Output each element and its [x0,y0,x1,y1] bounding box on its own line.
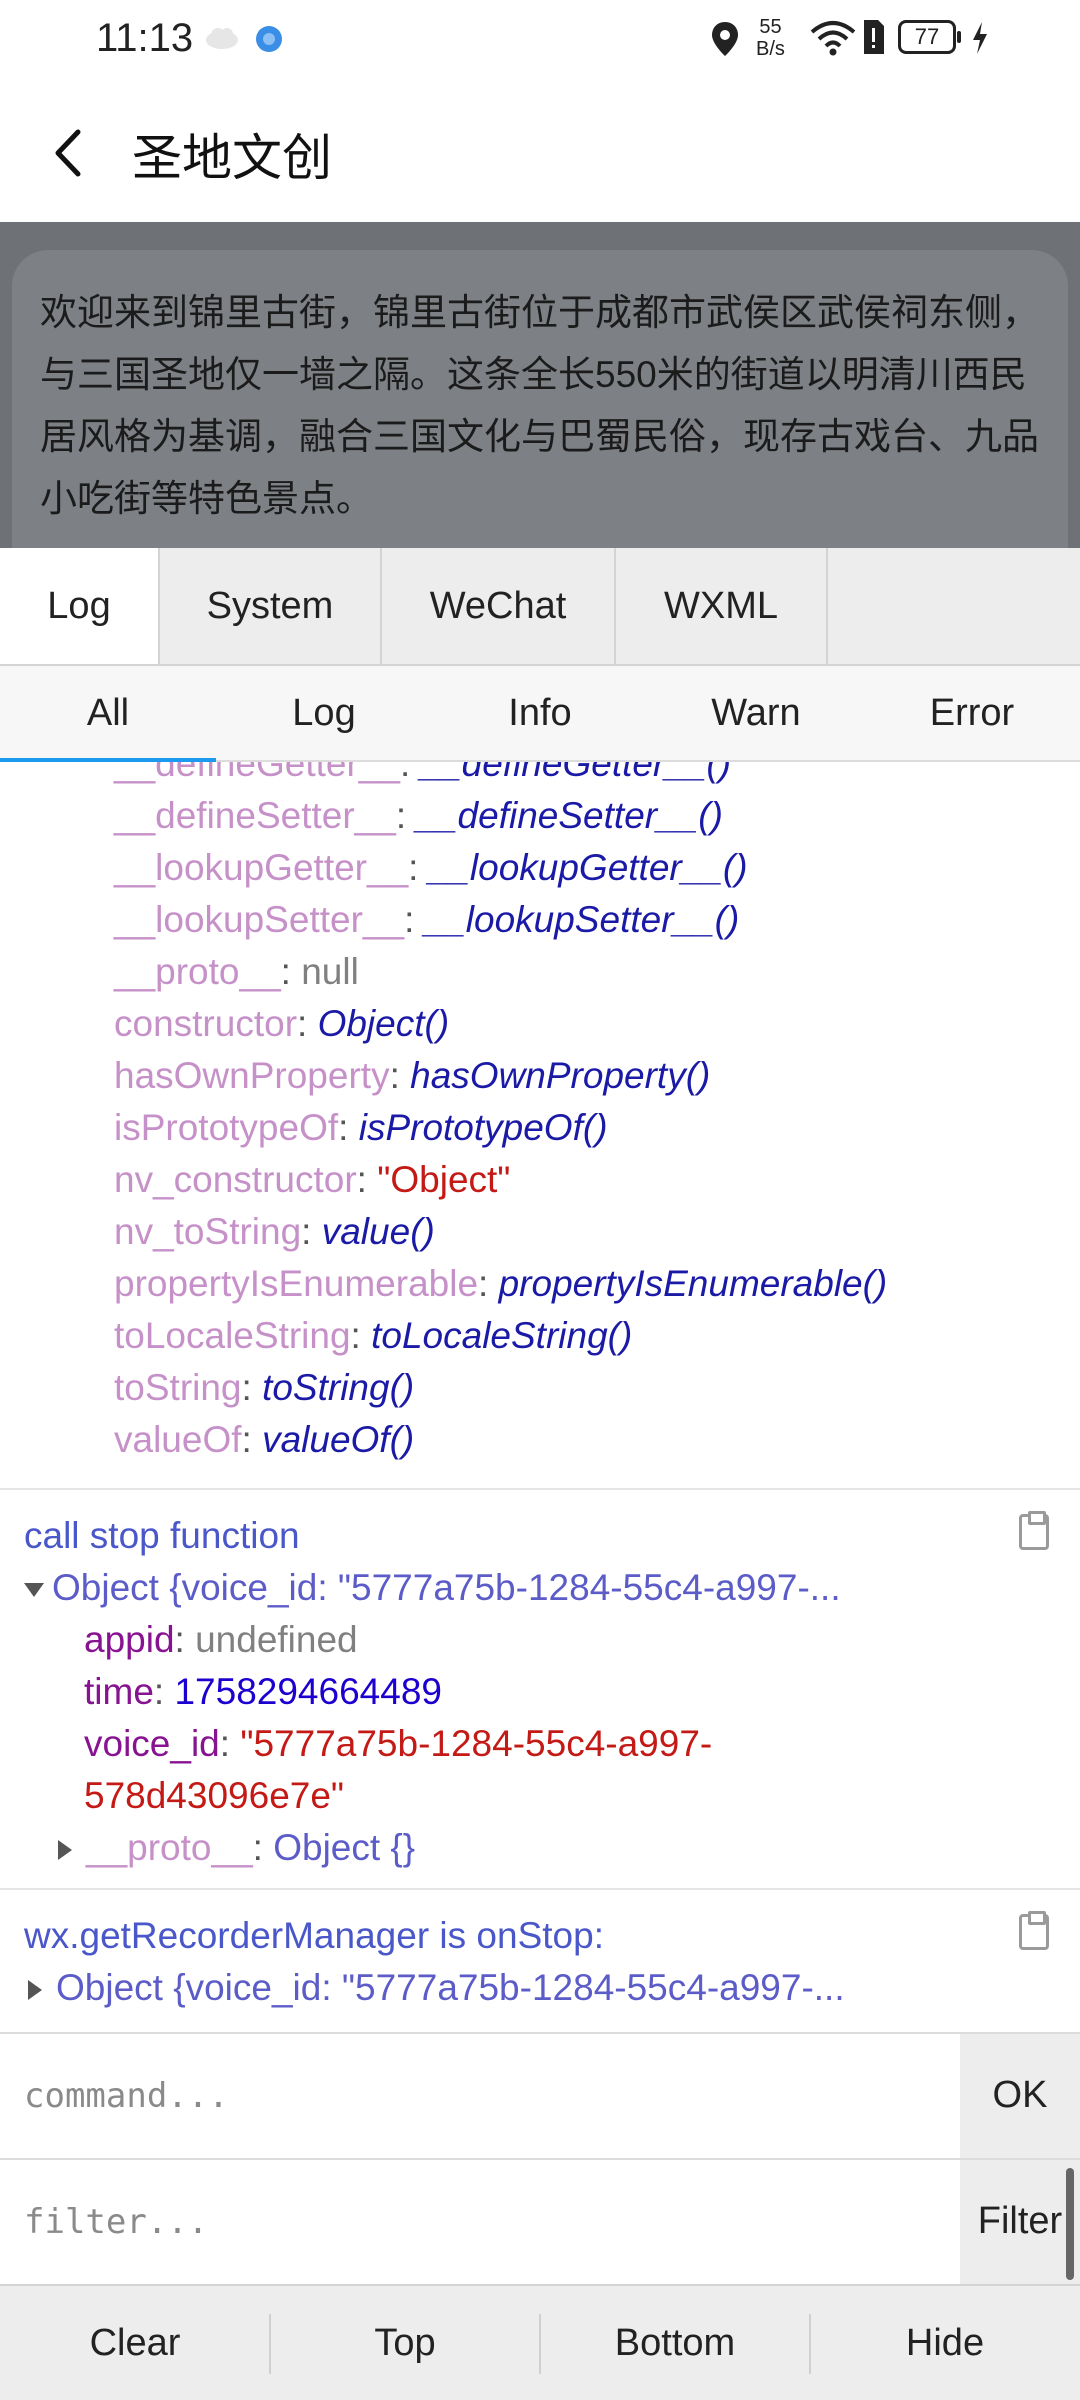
proto-entry-value: toLocaleString() [371,1315,633,1356]
back-button[interactable] [40,118,100,188]
proto-entry-key: nv_constructor [114,1159,357,1200]
proto-entry-key: __defineGetter__ [114,762,400,784]
net-speed: 55 B/s [756,16,785,60]
expand-triangle-icon [58,1840,72,1861]
proto-entry-value: value() [321,1211,435,1252]
proto-entry-key: __proto__ [114,951,281,992]
proto-entry-value: __defineGetter__() [420,762,732,784]
tab-wechat[interactable]: WeChat [382,548,616,664]
proto-entry-key: isPrototypeOf [114,1107,339,1148]
log-message: call stop function [24,1515,300,1556]
proto-entry: toString: toString() [114,1367,415,1408]
subtab-error[interactable]: Error [864,666,1080,760]
back-arrow-icon [55,129,81,177]
proto-entry: __defineSetter__: __defineSetter__() [114,795,723,836]
tab-system[interactable]: System [160,548,382,664]
proto-entry-key: __defineSetter__ [114,795,396,836]
proto-entry-key: nv_toString [114,1211,302,1252]
clear-button[interactable]: Clear [0,2286,270,2400]
app-logo-icon [254,24,284,59]
prop-proto[interactable]: __proto__: Object {} [58,1822,415,1874]
log-message: wx.getRecorderManager is onStop: [24,1915,604,1956]
page-title: 圣地文创 [132,130,332,186]
log-separator [0,1488,1080,1490]
object-summary-collapsed[interactable]: Object {voice_id: "5777a75b-1284-55c4-a9… [28,1962,845,2014]
subtab-log[interactable]: Log [216,666,432,760]
copy-icon[interactable] [1019,1911,1049,1950]
proto-entry-value: propertyIsEnumerable() [498,1263,888,1304]
charging-icon [970,20,990,61]
command-input[interactable] [0,2034,960,2158]
proto-entry: __lookupSetter__: __lookupSetter__() [114,899,740,940]
prop-time: time: 1758294664489 [84,1671,442,1712]
console-toolbar: Clear Top Bottom Hide [0,2284,1080,2400]
expand-triangle-icon [28,1980,42,2001]
prop-voice-id-cont: 578d43096e7e" [84,1775,345,1816]
top-button[interactable]: Top [270,2286,540,2400]
proto-entry-value: valueOf() [262,1419,415,1460]
proto-entry-value: null [301,951,359,992]
filter-button[interactable]: Filter [960,2160,1080,2284]
bottom-button[interactable]: Bottom [540,2286,810,2400]
hide-button[interactable]: Hide [810,2286,1080,2400]
tab-log[interactable]: Log [0,548,160,664]
location-icon [710,20,740,63]
prop-voice-id: voice_id: "5777a75b-1284-55c4-a997- [84,1723,713,1764]
proto-entry-value: __defineSetter__() [416,795,723,836]
proto-entry: isPrototypeOf: isPrototypeOf() [114,1107,608,1148]
proto-entry-value: isPrototypeOf() [358,1107,608,1148]
object-summary-expanded[interactable]: Object {voice_id: "5777a75b-1284-55c4-a9… [24,1562,841,1614]
prop-appid: appid: undefined [84,1619,358,1660]
proto-entry: __defineGetter__: __defineGetter__() [114,762,731,790]
console-tab-bar: Log System WeChat WXML [0,548,1080,666]
proto-entry-key: toLocaleString [114,1315,351,1356]
navigation-header: 圣地文创 [0,78,1080,222]
proto-entry-value: __lookupGetter__() [428,847,748,888]
proto-entry: __lookupGetter__: __lookupGetter__() [114,847,748,888]
proto-entry-key: toString [114,1367,242,1408]
cloud-icon [204,24,240,57]
proto-entry: valueOf: valueOf() [114,1419,415,1460]
subtab-info[interactable]: Info [432,666,648,760]
filter-input[interactable] [0,2160,960,2284]
proto-entry: nv_toString: value() [114,1211,435,1252]
tab-wxml[interactable]: WXML [616,548,828,664]
proto-entry-value: toString() [262,1367,415,1408]
log-level-tabs: All Log Info Warn Error [0,666,1080,762]
proto-entry-key: __lookupSetter__ [114,899,405,940]
proto-entry-key: __lookupGetter__ [114,847,409,888]
log-panel[interactable]: __defineGetter__: __defineGetter__() __de… [0,762,1080,2032]
proto-entry-key: hasOwnProperty [114,1055,390,1096]
proto-entry-value: hasOwnProperty() [410,1055,711,1096]
log-separator [0,1888,1080,1890]
proto-entry-key: propertyIsEnumerable [114,1263,479,1304]
command-row: OK [0,2032,1080,2158]
proto-entry: nv_constructor: "Object" [114,1159,511,1200]
proto-entry-key: constructor [114,1003,298,1044]
status-bar: 11:13 55 B/s 77 [0,0,1080,78]
proto-entry-key: valueOf [114,1419,242,1460]
proto-entry: constructor: Object() [114,1003,450,1044]
wifi-icon [810,20,856,61]
sim-alert-icon [860,18,886,61]
status-time: 11:13 [96,16,194,60]
intro-card: 欢迎来到锦里古街，锦里古街位于成都市武侯区武侯祠东侧，与三国圣地仅一墙之隔。这条… [12,250,1068,548]
battery-indicator: 77 [898,20,961,54]
collapse-triangle-icon [24,1583,44,1598]
proto-entry-value: __lookupSetter__() [424,899,740,940]
filter-row: Filter [0,2158,1080,2284]
proto-entry: __proto__: null [114,951,359,992]
subtab-warn[interactable]: Warn [648,666,864,760]
scrollbar[interactable] [1066,2168,1074,2280]
proto-entry: propertyIsEnumerable: propertyIsEnumerab… [114,1263,888,1304]
proto-entry-value: Object() [317,1003,450,1044]
copy-icon[interactable] [1019,1511,1049,1550]
proto-entry-value: "Object" [377,1159,511,1200]
proto-entry: toLocaleString: toLocaleString() [114,1315,633,1356]
subtab-all[interactable]: All [0,666,216,760]
command-ok-button[interactable]: OK [960,2034,1080,2158]
proto-entry: hasOwnProperty: hasOwnProperty() [114,1055,711,1096]
